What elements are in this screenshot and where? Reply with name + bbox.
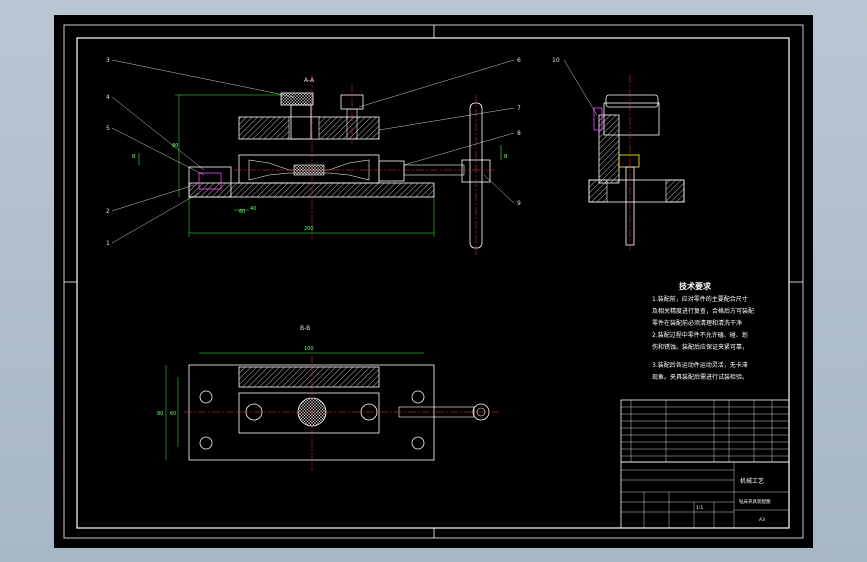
top-bolt-tr [411, 390, 425, 404]
title-main: 机械工艺 [740, 477, 764, 485]
leader-3 [111, 59, 295, 98]
part-1: 1 [106, 240, 110, 247]
tech-line-2: 及相关精度进行复查，合格后方可装配 [652, 307, 754, 315]
part-5: 5 [106, 125, 110, 132]
part-6: 6 [517, 57, 521, 64]
part-4: 4 [106, 94, 110, 101]
tech-line-7: 现象。夹具装配后需进行试装检验。 [652, 373, 748, 381]
side-base-right [665, 179, 685, 203]
dim-height-text: 80 [172, 143, 178, 149]
leader-5 [111, 127, 205, 176]
front-view: A-A 200 80 60 40 B B 3 4 5 2 1 6 7 8 9 [106, 57, 521, 255]
leader-9 [483, 174, 515, 204]
top-view: B-B 100 80 60 [157, 325, 499, 470]
cad-drawing: A-A 200 80 60 40 B B 3 4 5 2 1 6 7 8 9 1… [63, 24, 804, 539]
title-block: 机械工艺 钻床夹具装配图 1:1 A3 [620, 399, 790, 529]
tech-requirements: 技术要求 1.装配前，应对零件的主要配合尺寸 及相关精度进行复查，合格后方可装配… [652, 281, 754, 381]
tech-line-5: 伤和锈蚀。装配后应保证夹紧可靠， [652, 343, 748, 351]
leader-4 [111, 96, 205, 171]
drawing-canvas[interactable]: A-A 200 80 60 40 B B 3 4 5 2 1 6 7 8 9 1… [54, 15, 813, 548]
leader-7 [378, 107, 515, 131]
leader-8 [403, 132, 515, 166]
top-bolt-br [411, 436, 425, 450]
dim-small2-text: 40 [250, 206, 256, 212]
title-sheet: A3 [759, 517, 765, 523]
side-top-cap [605, 94, 659, 108]
parts-list-rows [621, 400, 789, 462]
drill-plate-gap [288, 116, 320, 140]
drill-bush [280, 92, 314, 106]
top-hatch-plate [238, 366, 380, 388]
part-3: 3 [106, 57, 110, 64]
top-dim-width-text: 100 [304, 346, 314, 352]
side-view: 10 [552, 57, 685, 250]
tech-title: 技术要求 [679, 281, 712, 291]
top-dim-height2-text: 60 [170, 411, 176, 417]
b-arrow-left: B [132, 154, 136, 160]
tech-line-3: 零件在装配前必须清理和清洗干净 [652, 319, 742, 327]
right-block [378, 160, 405, 182]
top-bolt-bl [199, 436, 213, 450]
base-plate [188, 182, 435, 198]
leader-6 [358, 59, 515, 108]
part-10: 10 [552, 57, 560, 64]
leader-10 [563, 59, 598, 116]
tech-line-4: 2.装配过程中零件不允许磕、碰、划 [652, 331, 748, 339]
parts-list-frame [620, 399, 790, 463]
section-bb-label: B-B [300, 325, 310, 332]
dim-width-text: 200 [304, 226, 314, 232]
part-7: 7 [517, 105, 521, 112]
leader-2 [111, 184, 195, 212]
top-dim-height-text: 80 [157, 411, 163, 417]
tech-line-1: 1.装配前，应对零件的主要配合尺寸 [652, 295, 748, 303]
side-nut [618, 154, 640, 168]
section-aa-label: A-A [304, 77, 315, 84]
title-sub: 钻床夹具装配图 [739, 498, 771, 505]
tech-line-6: 3.装配后各运动件运动灵活，无卡滞 [652, 361, 748, 369]
part-9: 9 [517, 200, 521, 207]
title-scale: 1:1 [696, 505, 703, 511]
part-2: 2 [106, 208, 110, 215]
part-8: 8 [517, 130, 521, 137]
top-bolt-tl [199, 390, 213, 404]
leader-1 [111, 192, 200, 244]
b-arrow-right: B [504, 154, 508, 160]
